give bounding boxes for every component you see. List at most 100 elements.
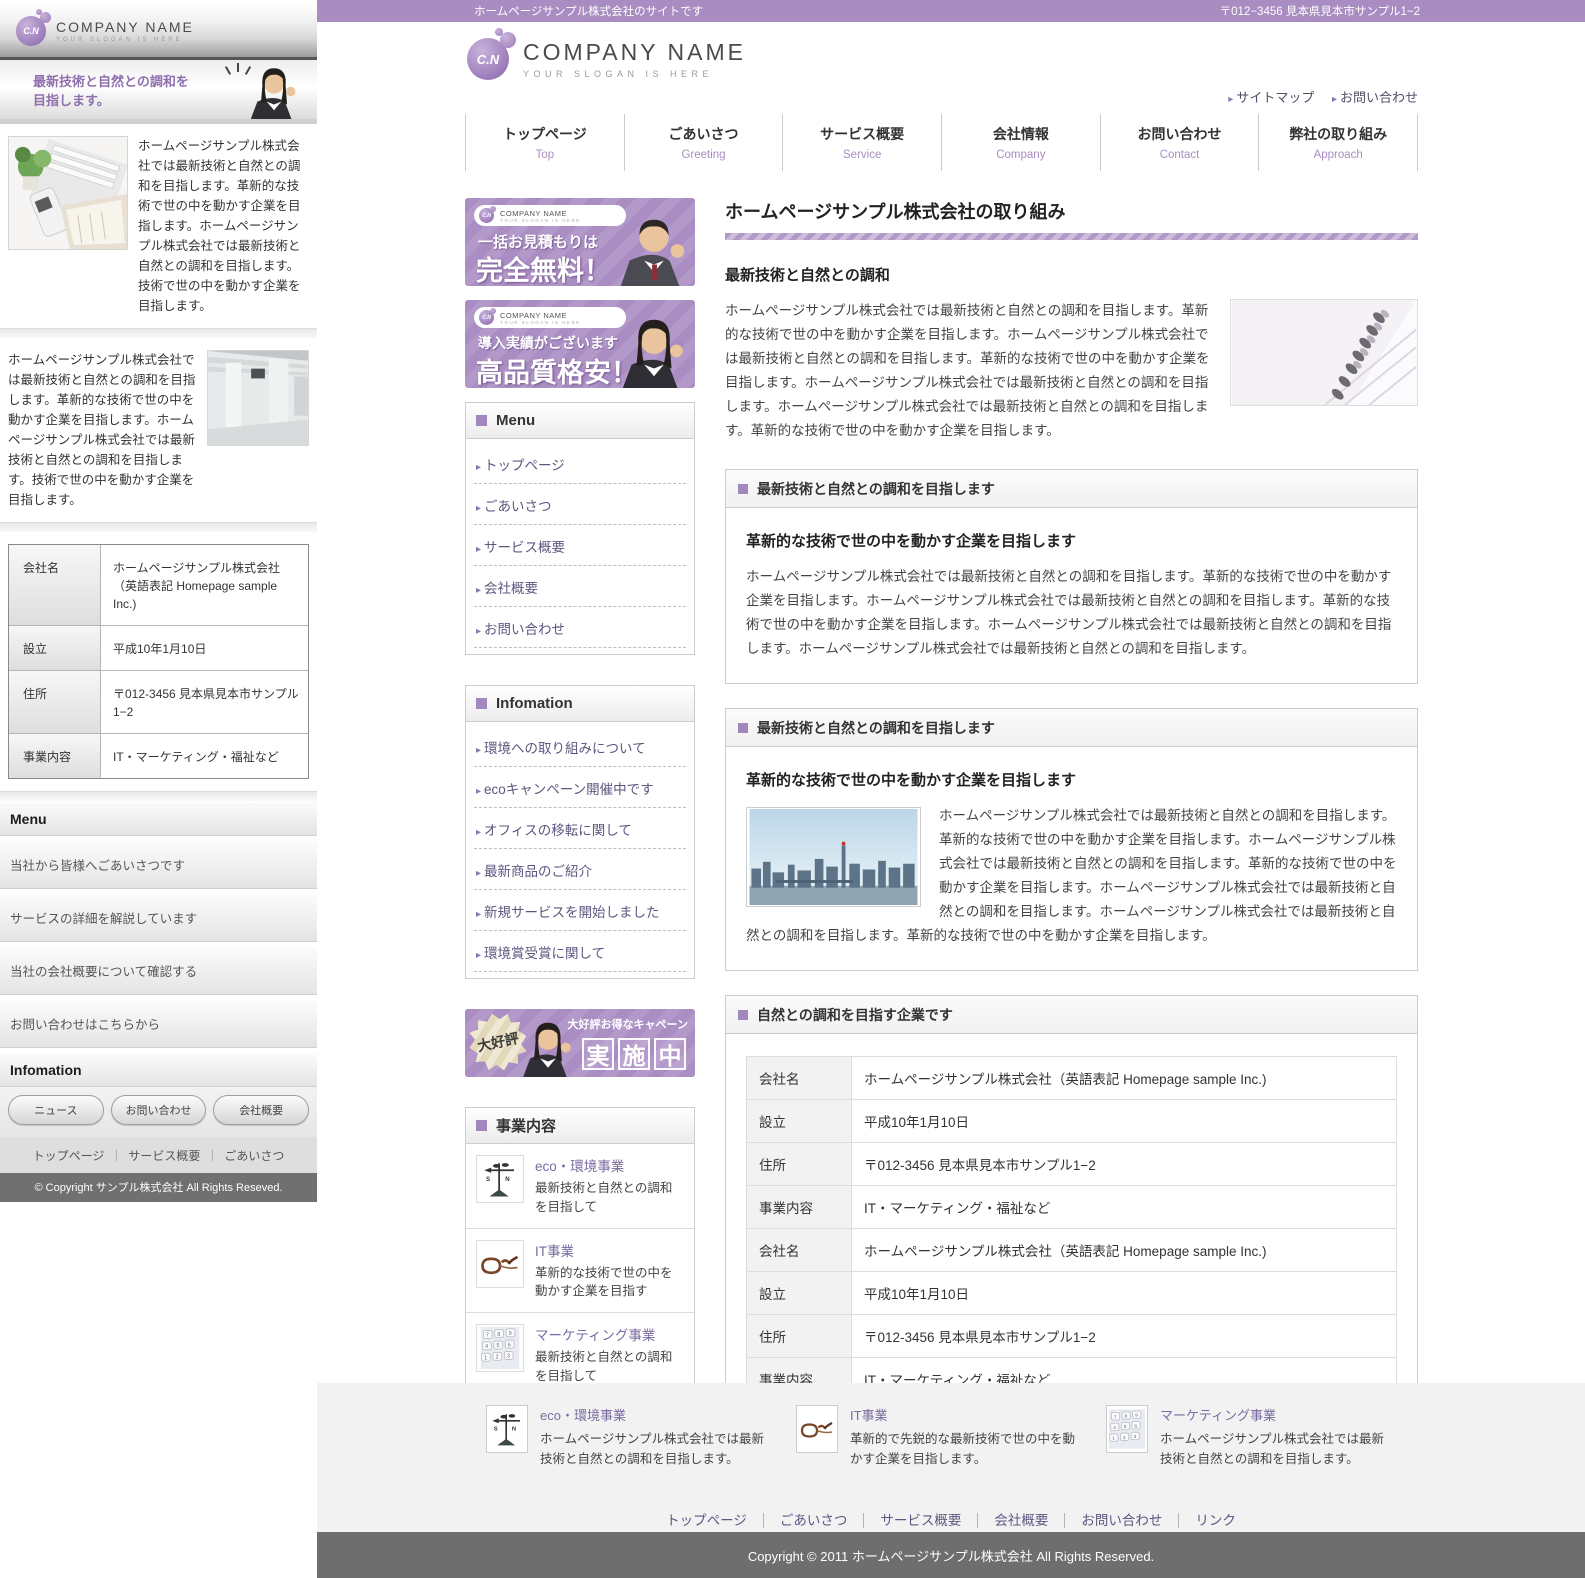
table-row: 会社名ホームページサンプル株式会社（英語表記 Homepage sample I… [747,1057,1397,1100]
business-item-it: IT事業革新的な技術で世の中を動かす企業を目指す [466,1228,694,1313]
aside-column: C.N COMPANY NAMEYOUR SLOGAN IS HERE 一括お見… [465,198,695,1383]
sitemap-link[interactable]: ▸サイトマップ [1228,90,1314,105]
arrow-icon: ▸ [476,745,481,756]
sidebar-menu-item-contact[interactable]: お問い合わせはこちらから [0,999,317,1048]
sidebar-button-row: ニュース お問い合わせ 会社概要 [0,1087,317,1137]
business-item-link[interactable]: IT事業 [535,1240,684,1260]
main-column: ホームページサンプル株式会社の取り組み 最新技術と自然との調和 [725,198,1418,1383]
square-bullet-icon [476,415,487,426]
sidebar-intro-text-2: ホームページサンプル株式会社では最新技術と自然との調和を目指します。革新的な技術… [8,350,197,510]
table-row: 住所 〒012-3456 見本県見本市サンプル1−2 [9,670,308,733]
sidebar-infomation-heading: Infomation [0,1052,317,1087]
nav-contact[interactable]: お問い合わせContact [1100,114,1259,171]
menu-link-service[interactable]: ▸サービス概要 [474,525,686,566]
info-link-office-move[interactable]: ▸オフィスの移転に関して [474,808,686,849]
table-row: 会社名 ホームページサンプル株式会社（英語表記 Homepage sample … [9,545,308,625]
banner-line1: 導入実績がございます [478,333,618,353]
footer-copyright: Copyright © 2011 ホームページサンプル株式会社 All Righ… [317,1532,1585,1578]
square-bullet-icon [738,723,748,733]
site-description: ホームページサンプル株式会社のサイトです [474,3,703,19]
businessman-ok-sign-photo [615,208,693,286]
free-estimate-banner[interactable]: C.N COMPANY NAMEYOUR SLOGAN IS HERE 一括お見… [465,198,695,286]
business-item-link[interactable]: マーケティング事業 [535,1324,684,1344]
menu-link-greeting[interactable]: ▸ごあいさつ [474,484,686,525]
footer-link-greeting[interactable]: ごあいさつ [224,1149,284,1163]
footer-link-service[interactable]: サービス概要 [128,1149,200,1163]
table-row: 事業内容IT・マーケティング・福祉など [747,1358,1397,1383]
footer-nav-contact[interactable]: お問い合わせ [1065,1513,1179,1528]
menu-link-top[interactable]: ▸トップページ [474,443,686,484]
footer: eco・環境事業ホームページサンプル株式会社では最新技術と自然との調和を目指しま… [317,1383,1585,1532]
company-slogan: YOUR SLOGAN IS HERE [56,37,194,43]
sidebar-menu-item-greeting[interactable]: 当社から皆様へごあいさつです [0,840,317,889]
news-button[interactable]: ニュース [8,1095,104,1125]
footer-nav-top[interactable]: トップページ [650,1513,764,1528]
sidebar-company-table: 会社名 ホームページサンプル株式会社（英語表記 Homepage sample … [8,544,309,779]
arrow-icon: ▸ [476,827,481,838]
table-row: 設立平成10年1月10日 [747,1272,1397,1315]
banner-line2: 高品質格安！ [476,351,638,388]
page: C.N COMPANY NAME YOUR SLOGAN IS HERE 最新技… [0,0,1585,1578]
company-box-header: 自然との調和を目指す企業です [726,996,1417,1034]
sidebar-mini-site: C.N COMPANY NAME YOUR SLOGAN IS HERE 最新技… [0,0,317,1202]
info-link-eco-campaign[interactable]: ▸ecoキャンペーン開催中です [474,767,686,808]
company-info-box: 自然との調和を目指す企業です 会社名ホームページサンプル株式会社（英語表記 Ho… [725,995,1418,1383]
nav-approach[interactable]: 弊社の取り組みApproach [1258,114,1418,171]
menu-link-company[interactable]: ▸会社概要 [474,566,686,607]
arrow-icon: ▸ [476,909,481,920]
sidebar-menu-item-service[interactable]: サービスの詳細を解説しています [0,893,317,942]
footer-column-eco: eco・環境事業ホームページサンプル株式会社では最新技術と自然との調和を目指しま… [486,1405,796,1469]
contact-link[interactable]: ▸お問い合わせ [1332,90,1418,105]
banner-line2: 完全無料！ [476,249,611,286]
sidebar-footer-links: トップページ｜サービス概要｜ごあいさつ [0,1137,317,1173]
info-link-new-service[interactable]: ▸新規サービスを開始しました [474,890,686,931]
footer-nav-service[interactable]: サービス概要 [864,1513,978,1528]
sidebar-hero-text: 最新技術と自然との調和を目指します。 [33,71,193,109]
site-logo[interactable]: C.N COMPANY NAME YOUR SLOGAN IS HERE [467,38,746,80]
feature-box-1: 最新技術と自然との調和を目指します 革新的な技術で世の中を動かす企業を目指します… [725,469,1418,684]
nav-service[interactable]: サービス概要Service [782,114,941,171]
footer-nav-links[interactable]: リンク [1179,1513,1252,1528]
nav-top[interactable]: トップページTop [465,114,624,171]
glasses-icon [476,1240,524,1288]
footer-link-top[interactable]: トップページ [33,1149,105,1163]
info-link-environment[interactable]: ▸環境への取り組みについて [474,726,686,767]
company-overview-button[interactable]: 会社概要 [213,1095,309,1125]
footer-nav-greeting[interactable]: ごあいさつ [764,1513,865,1528]
campaign-chars: 実 施 中 [582,1038,686,1070]
quality-banner[interactable]: C.N COMPANY NAMEYOUR SLOGAN IS HERE 導入実績… [465,300,695,388]
main-site: ホームページサンプル株式会社のサイトです 〒012−3456 見本県見本市サンプ… [317,0,1585,1578]
footer-nav-company[interactable]: 会社概要 [978,1513,1065,1528]
feature-paragraph: ホームページサンプル株式会社では最新技術と自然との調和を目指します。革新的な技術… [746,565,1397,661]
desk-items-photo [8,136,128,250]
keyboard-icon [476,1324,524,1372]
footer-column-link[interactable]: eco・環境事業 [540,1405,765,1424]
arrow-icon: ▸ [476,950,481,961]
nav-greeting[interactable]: ごあいさつGreeting [624,114,783,171]
menu-box: Menu ▸トップページ ▸ごあいさつ ▸サービス概要 ▸会社概要 ▸お問い合わ… [465,402,695,655]
table-row: 設立平成10年1月10日 [747,1100,1397,1143]
sidebar-menu-item-company[interactable]: 当社の会社概要について確認する [0,946,317,995]
table-row: 住所〒012-3456 見本県見本市サンプル1−2 [747,1315,1397,1358]
top-bar: ホームページサンプル株式会社のサイトです 〒012−3456 見本県見本市サンプ… [317,0,1585,22]
sidebar-intro-block-1: ホームページサンプル株式会社では最新技術と自然との調和を目指します。革新的な技術… [0,124,317,328]
businesswoman-ok-sign-photo [615,310,693,388]
contact-button[interactable]: お問い合わせ [111,1095,207,1125]
footer-column-link[interactable]: マーケティング事業 [1160,1405,1385,1424]
sidebar-logo-text: COMPANY NAME YOUR SLOGAN IS HERE [56,19,194,43]
global-nav: トップページTop ごあいさつGreeting サービス概要Service 会社… [465,114,1418,171]
info-link-new-products[interactable]: ▸最新商品のご紹介 [474,849,686,890]
info-link-award[interactable]: ▸環境賞受賞に関して [474,931,686,972]
nav-company[interactable]: 会社情報Company [941,114,1100,171]
feature-box-2: 最新技術と自然との調和を目指します 革新的な技術で世の中を動かす企業を目指します [725,708,1418,971]
menu-link-contact[interactable]: ▸お問い合わせ [474,607,686,648]
arrow-icon: ▸ [476,462,481,473]
banner-logo: C.N COMPANY NAMEYOUR SLOGAN IS HERE [474,205,626,226]
campaign-banner[interactable]: 大好評 大好評お得なキャペーン 実 施 中 [465,1009,695,1077]
business-item-link[interactable]: eco・環境事業 [535,1155,684,1175]
feature-subheading: 革新的な技術で世の中を動かす企業を目指します [746,769,1397,790]
table-row: 会社名ホームページサンプル株式会社（英語表記 Homepage sample I… [747,1229,1397,1272]
footer-column-link[interactable]: IT事業 [850,1405,1075,1424]
business-box: 事業内容 eco・環境事業最新技術と自然との調和を目指して IT事業革新的な技術… [465,1107,695,1383]
feature-subheading: 革新的な技術で世の中を動かす企業を目指します [746,530,1397,551]
